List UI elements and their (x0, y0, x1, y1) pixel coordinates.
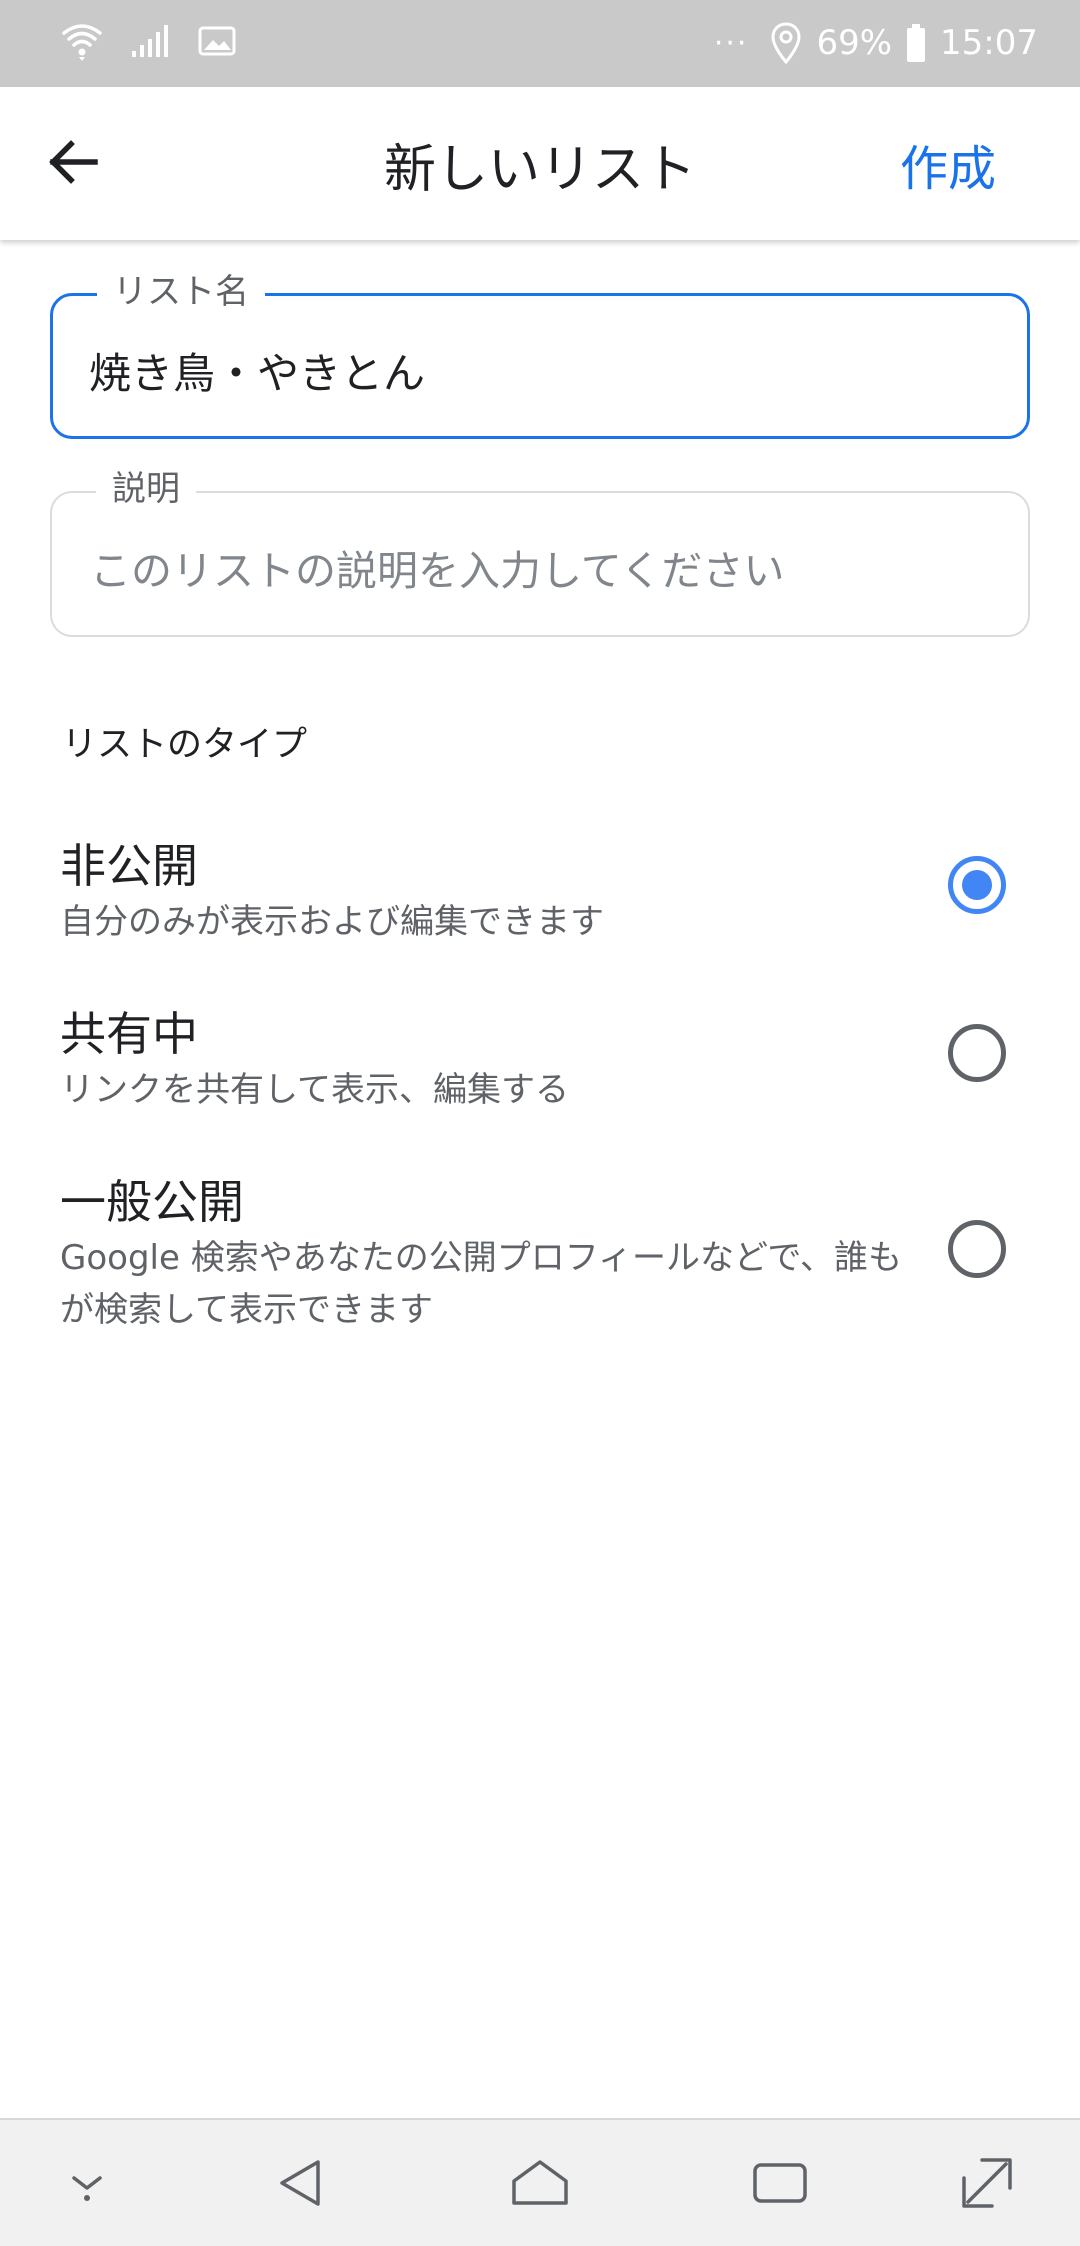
list-name-field[interactable]: リスト名 焼き鳥・やきとん (50, 270, 1030, 439)
create-button[interactable]: 作成 (900, 129, 996, 199)
status-bar: ··· 69% 15:07 (0, 0, 1080, 87)
option-title: 共有中 (60, 1007, 198, 1061)
radio-public[interactable] (948, 1220, 1006, 1278)
radio-shared[interactable] (948, 1024, 1006, 1082)
gallery-icon (198, 25, 236, 61)
description-input[interactable]: このリストの説明を入力してください (90, 537, 785, 597)
recents-nav-button[interactable] (745, 2150, 815, 2220)
list-type-option-public[interactable]: 一般公開 Google 検索やあなたの公開プロフィールなどで、誰もが検索して表示… (0, 1166, 1080, 1336)
home-nav-button[interactable] (505, 2150, 575, 2220)
back-nav-button[interactable] (265, 2150, 335, 2220)
home-icon (510, 2157, 570, 2213)
list-name-input[interactable]: 焼き鳥・やきとん (89, 340, 425, 401)
app-bar: 新しいリスト 作成 (0, 87, 1080, 240)
option-description: リンクを共有して表示、編集する (60, 1070, 569, 1110)
signal-icon (130, 23, 172, 63)
option-title: 一般公開 (60, 1175, 244, 1229)
description-label: 説明 (96, 467, 196, 511)
expand-icon (960, 2156, 1014, 2214)
hide-keyboard-button[interactable] (52, 2150, 122, 2220)
system-nav-bar (0, 2118, 1080, 2246)
radio-private[interactable] (948, 856, 1006, 914)
hide-keyboard-icon (64, 2160, 110, 2210)
option-description: Google 検索やあなたの公開プロフィールなどで、誰もが検索して表示できます (60, 1238, 902, 1330)
list-type-option-private[interactable]: 非公開 自分のみが表示および編集できます (0, 830, 1080, 950)
recents-icon (751, 2159, 809, 2211)
battery-icon (906, 23, 926, 63)
expand-nav-button[interactable] (952, 2150, 1022, 2220)
list-type-option-shared[interactable]: 共有中 リンクを共有して表示、編集する (0, 998, 1080, 1118)
option-title: 非公開 (60, 839, 198, 893)
battery-percent: 69% (816, 23, 893, 63)
list-type-heading: リストのタイプ (62, 725, 308, 765)
option-description: 自分のみが表示および編集できます (60, 902, 604, 942)
description-field[interactable]: 説明 このリストの説明を入力してください (50, 467, 1030, 637)
location-icon (770, 21, 802, 65)
more-icon: ··· (713, 25, 749, 61)
wifi-icon (60, 19, 104, 67)
clock: 15:07 (940, 23, 1038, 63)
back-icon (274, 2156, 326, 2214)
list-name-label: リスト名 (97, 270, 265, 314)
